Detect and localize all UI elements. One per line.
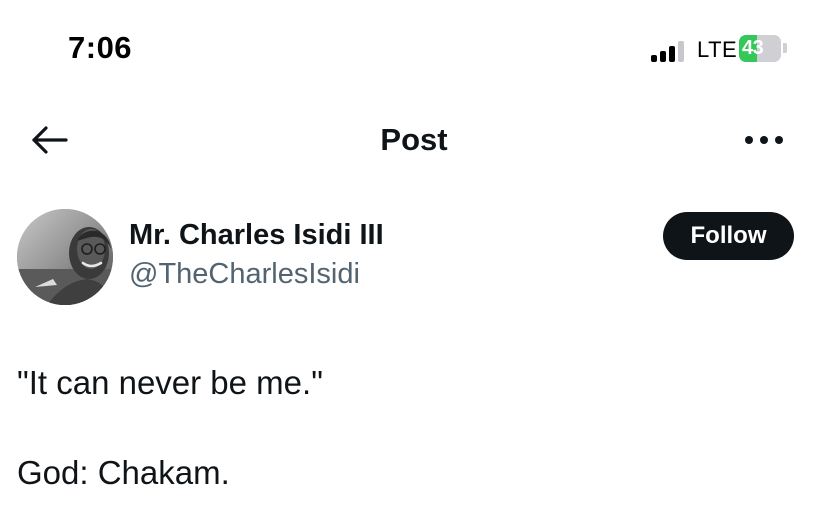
post-text: "It can never be me." God: Chakam. bbox=[17, 360, 807, 495]
nav-bar: Post bbox=[0, 100, 828, 180]
avatar-image bbox=[17, 209, 113, 305]
post-text-blank-line bbox=[17, 405, 807, 450]
battery-level: 43 bbox=[742, 37, 764, 59]
follow-button[interactable]: Follow bbox=[663, 212, 794, 260]
cellular-signal-icon bbox=[651, 38, 687, 62]
battery-icon: 43 bbox=[739, 35, 781, 62]
post-text-line: "It can never be me." bbox=[17, 364, 323, 401]
avatar[interactable] bbox=[17, 209, 113, 305]
post-text-line: God: Chakam. bbox=[17, 454, 230, 491]
more-horizontal-icon bbox=[745, 136, 753, 144]
more-options-button[interactable] bbox=[740, 122, 790, 158]
status-bar: 7:06 LTE 43 bbox=[0, 0, 828, 100]
page-title: Post bbox=[380, 122, 448, 157]
battery-nub bbox=[783, 43, 787, 53]
network-type: LTE bbox=[697, 37, 738, 62]
author-display-name[interactable]: Mr. Charles Isidi III bbox=[129, 219, 384, 252]
status-time: 7:06 bbox=[68, 30, 133, 65]
author-handle[interactable]: @TheCharlesIsidi bbox=[129, 258, 360, 291]
